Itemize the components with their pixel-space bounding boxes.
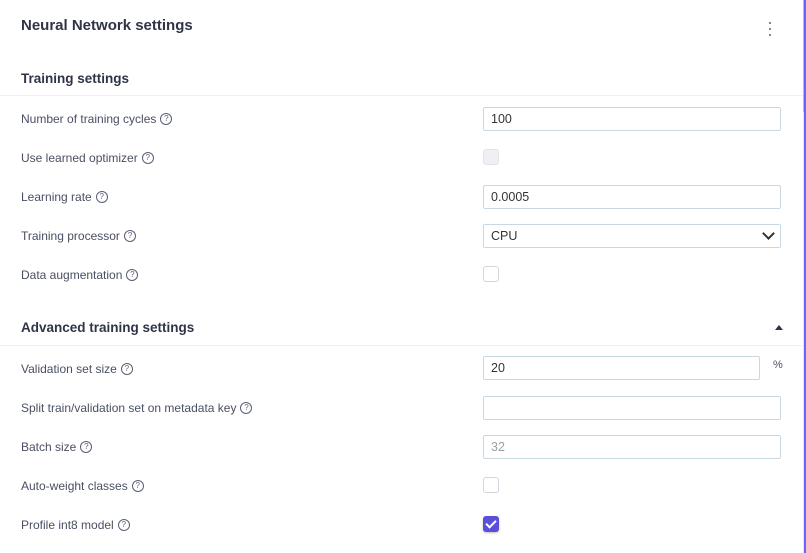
- select-value: CPU: [491, 229, 518, 243]
- label-text: Number of training cycles: [21, 112, 157, 126]
- label-validation-size: Validation set size ?: [21, 362, 133, 376]
- training-settings-title: Training settings: [21, 71, 130, 86]
- label-learning-rate: Learning rate ?: [21, 190, 108, 204]
- help-icon[interactable]: ?: [117, 519, 130, 531]
- help-icon[interactable]: ?: [160, 113, 173, 125]
- label-training-cycles: Number of training cycles ?: [21, 112, 173, 126]
- label-learned-optimizer: Use learned optimizer ?: [21, 151, 154, 165]
- metadata-key-input[interactable]: [483, 396, 781, 420]
- learned-optimizer-checkbox[interactable]: [483, 149, 499, 165]
- neural-network-settings-panel: Neural Network settings Training setting…: [0, 0, 803, 553]
- chevron-down-icon: [762, 227, 775, 240]
- divider: [0, 345, 803, 346]
- label-text: Learning rate: [21, 190, 92, 204]
- panel-title: Neural Network settings: [21, 17, 193, 34]
- label-split-metadata-key: Split train/validation set on metadata k…: [21, 401, 253, 415]
- validation-size-input[interactable]: 20: [483, 356, 760, 380]
- help-icon[interactable]: ?: [141, 152, 154, 164]
- help-icon[interactable]: ?: [240, 402, 253, 414]
- label-text: Data augmentation: [21, 268, 123, 282]
- label-text: Auto-weight classes: [21, 479, 128, 493]
- help-icon[interactable]: ?: [120, 363, 133, 375]
- label-text: Training processor: [21, 229, 120, 243]
- help-icon[interactable]: ?: [80, 441, 93, 453]
- label-text: Use learned optimizer: [21, 151, 138, 165]
- divider: [0, 95, 803, 96]
- label-data-augmentation: Data augmentation ?: [21, 268, 139, 282]
- collapse-caret-icon[interactable]: [775, 325, 783, 330]
- label-text: Split train/validation set on metadata k…: [21, 401, 237, 415]
- learning-rate-input[interactable]: 0.0005: [483, 185, 781, 209]
- training-processor-select[interactable]: CPU: [483, 224, 781, 248]
- advanced-settings-title[interactable]: Advanced training settings: [21, 320, 194, 335]
- kebab-menu-icon[interactable]: [766, 22, 774, 36]
- data-augmentation-checkbox[interactable]: [483, 266, 499, 282]
- label-batch-size: Batch size ?: [21, 440, 93, 454]
- label-text: Validation set size: [21, 362, 117, 376]
- help-icon[interactable]: ?: [123, 230, 136, 242]
- help-icon[interactable]: ?: [126, 269, 139, 281]
- label-auto-weight: Auto-weight classes ?: [21, 479, 144, 493]
- help-icon[interactable]: ?: [95, 191, 108, 203]
- label-text: Profile int8 model: [21, 518, 114, 532]
- label-training-processor: Training processor ?: [21, 229, 136, 243]
- auto-weight-checkbox[interactable]: [483, 477, 499, 493]
- profile-int8-checkbox[interactable]: [483, 516, 499, 532]
- label-profile-int8: Profile int8 model ?: [21, 518, 130, 532]
- batch-size-input[interactable]: 32: [483, 435, 781, 459]
- label-text: Batch size: [21, 440, 77, 454]
- percent-unit: %: [773, 359, 783, 371]
- help-icon[interactable]: ?: [131, 480, 144, 492]
- training-cycles-input[interactable]: 100: [483, 107, 781, 131]
